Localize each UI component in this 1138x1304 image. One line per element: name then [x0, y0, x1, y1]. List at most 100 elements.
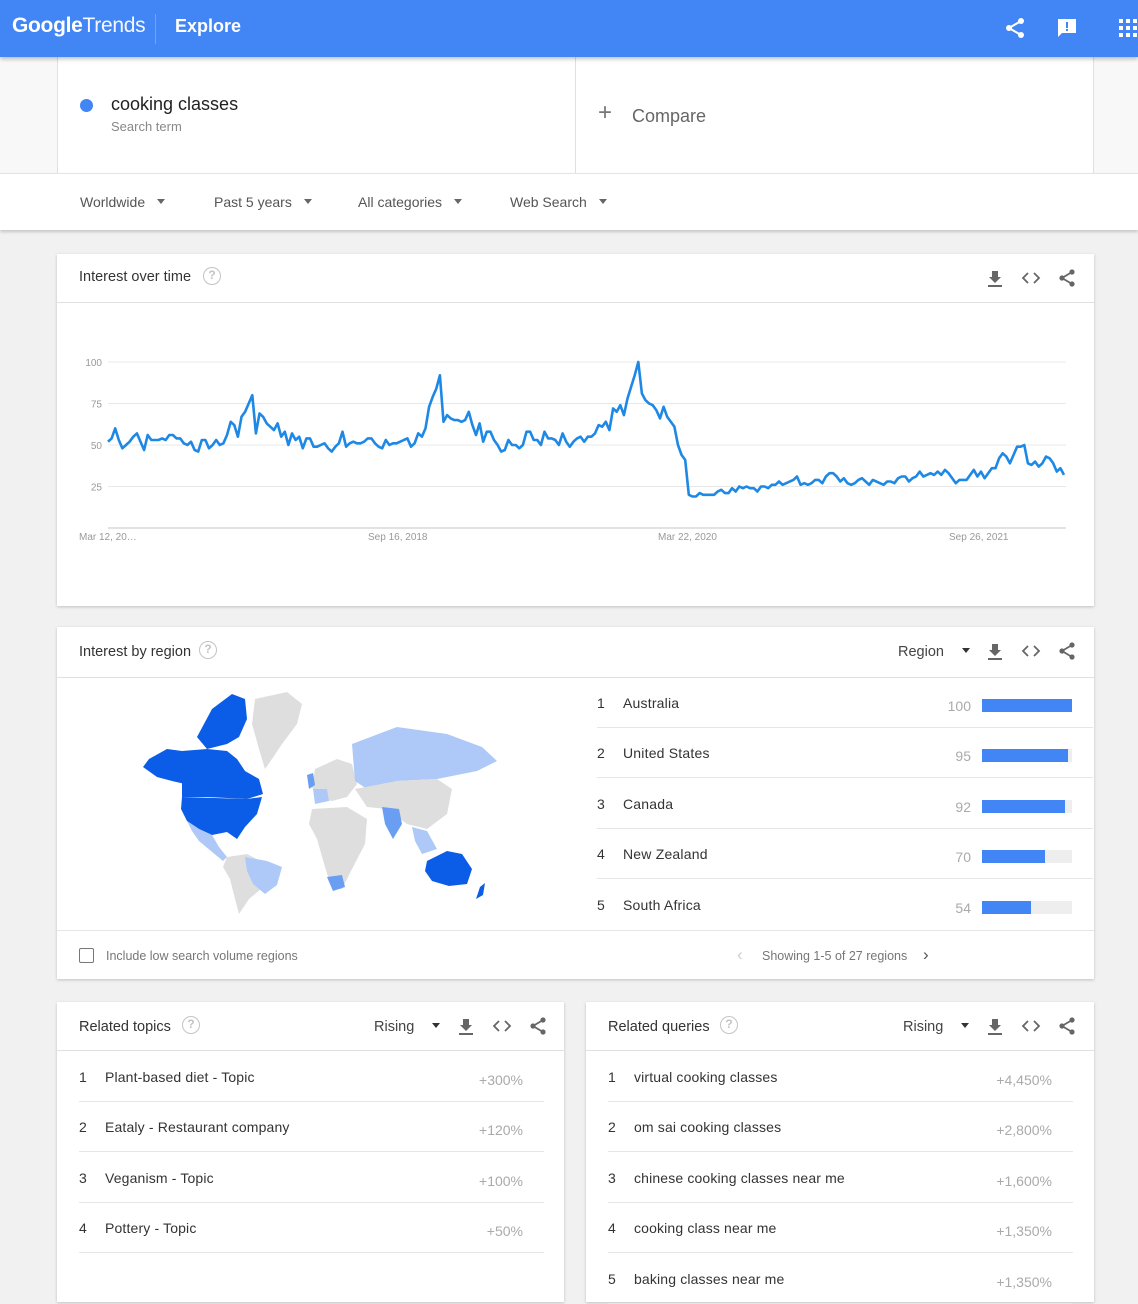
related-topic-row[interactable]: 1 Plant-based diet - Topic +300%: [79, 1052, 544, 1102]
region-rank: 3: [597, 795, 605, 812]
embed-icon[interactable]: [492, 1016, 512, 1036]
item-name[interactable]: Eataly - Restaurant company: [105, 1119, 290, 1135]
compare-button[interactable]: + Compare: [576, 57, 1094, 173]
low-volume-checkbox-label[interactable]: Include low search volume regions: [106, 949, 298, 963]
region-rank: 5: [597, 896, 605, 913]
help-icon[interactable]: ?: [720, 1016, 738, 1034]
region-name[interactable]: United States: [623, 745, 710, 761]
share-icon[interactable]: [1003, 16, 1027, 40]
region-bar-track: [982, 900, 1072, 914]
apps-icon[interactable]: [1116, 16, 1138, 40]
download-icon[interactable]: [985, 268, 1005, 288]
region-name[interactable]: South Africa: [623, 897, 701, 913]
download-icon[interactable]: [456, 1016, 476, 1036]
region-name[interactable]: Canada: [623, 796, 673, 812]
pager-prev-icon[interactable]: ‹: [737, 945, 743, 965]
feedback-icon[interactable]: [1055, 16, 1079, 40]
related-topic-row[interactable]: 3 Veganism - Topic +100%: [79, 1153, 544, 1203]
item-name[interactable]: Pottery - Topic: [105, 1220, 196, 1236]
search-term-name[interactable]: cooking classes: [111, 94, 238, 115]
queries-mode-dropdown[interactable]: Rising: [903, 1019, 970, 1035]
google-trends-logo[interactable]: GoogleTrends: [12, 14, 146, 38]
region-resolution-dropdown[interactable]: Region: [898, 644, 970, 660]
related-query-row[interactable]: 2 om sai cooking classes +2,800%: [608, 1102, 1073, 1153]
topics-mode-dropdown[interactable]: Rising: [374, 1019, 441, 1035]
related-topic-row[interactable]: 2 Eataly - Restaurant company +120%: [79, 1102, 544, 1153]
related-query-row[interactable]: 5 baking classes near me +1,350%: [608, 1254, 1073, 1304]
share-icon[interactable]: [1057, 268, 1077, 288]
map-region-asia: [355, 779, 452, 829]
item-value: +300%: [479, 1072, 523, 1088]
low-volume-checkbox[interactable]: [79, 948, 94, 963]
item-rank: 4: [608, 1220, 616, 1237]
category-filter-dropdown[interactable]: All categories: [358, 194, 463, 210]
region-value: 100: [947, 698, 971, 714]
region-name[interactable]: Australia: [623, 695, 679, 711]
map-region-united-states: [181, 797, 262, 839]
region-row[interactable]: 4 New Zealand 70: [597, 829, 1093, 880]
card-title: Related queries: [608, 1019, 710, 1035]
item-name[interactable]: Plant-based diet - Topic: [105, 1069, 255, 1085]
region-bar-fill: [982, 850, 1045, 864]
region-row[interactable]: 5 South Africa 54: [597, 880, 1093, 930]
download-icon[interactable]: [985, 1016, 1005, 1036]
item-rank: 3: [79, 1169, 87, 1186]
item-value: +1,350%: [996, 1273, 1052, 1290]
help-icon[interactable]: ?: [199, 641, 217, 659]
caret-down-icon: [432, 1022, 441, 1028]
caret-down-icon: [454, 198, 463, 204]
share-icon[interactable]: [1057, 641, 1077, 661]
help-icon[interactable]: ?: [182, 1016, 200, 1034]
map-region-australia: [425, 851, 472, 886]
item-name[interactable]: chinese cooking classes near me: [634, 1170, 845, 1186]
map-region-canada-islands: [197, 694, 247, 749]
share-icon[interactable]: [1057, 1016, 1077, 1036]
item-name[interactable]: baking classes near me: [634, 1271, 784, 1287]
region-row[interactable]: 3 Canada 92: [597, 779, 1093, 829]
property-filter-dropdown[interactable]: Web Search: [510, 194, 607, 210]
map-region-south-africa: [327, 875, 345, 891]
download-icon[interactable]: [985, 641, 1005, 661]
item-name[interactable]: Veganism - Topic: [105, 1170, 214, 1186]
related-topics-card: Related topics ? Rising 1 Plant-based die…: [57, 1002, 564, 1302]
related-query-row[interactable]: 3 chinese cooking classes near me +1,600%: [608, 1153, 1073, 1203]
region-row[interactable]: 2 United States 95: [597, 728, 1093, 779]
related-query-row[interactable]: 1 virtual cooking classes +4,450%: [608, 1052, 1073, 1102]
item-rank: 2: [608, 1119, 616, 1136]
item-value: +2,800%: [996, 1122, 1052, 1139]
item-rank: 1: [79, 1069, 87, 1085]
related-query-row[interactable]: 4 cooking class near me +1,350%: [608, 1203, 1073, 1254]
item-name[interactable]: cooking class near me: [634, 1220, 776, 1236]
card-header: Related queries ? Rising: [586, 1002, 1094, 1051]
item-value: +100%: [479, 1172, 523, 1189]
item-rank: 2: [79, 1119, 87, 1136]
time-filter-label: Past 5 years: [214, 194, 292, 210]
geo-filter-dropdown[interactable]: Worldwide: [80, 194, 166, 210]
interest-by-region-card: Interest by region ? Region 1 Australia …: [57, 627, 1094, 979]
region-name[interactable]: New Zealand: [623, 846, 708, 862]
embed-icon[interactable]: [1021, 1016, 1041, 1036]
series-line-cooking-classes[interactable]: [107, 360, 1066, 498]
share-icon[interactable]: [528, 1016, 548, 1036]
pager-next-icon[interactable]: ›: [923, 945, 929, 965]
help-icon[interactable]: ?: [203, 267, 221, 285]
y-tick-label: 25: [91, 483, 103, 494]
embed-icon[interactable]: [1021, 641, 1041, 661]
item-rank: 5: [608, 1270, 616, 1287]
search-term-card[interactable]: cooking classes Search term: [57, 57, 576, 173]
item-value: +4,450%: [996, 1072, 1052, 1088]
interest-over-time-card: Interest over time ? 25 50 75 100 Mar 12, 2…: [57, 254, 1094, 606]
mode-label: Rising: [903, 1019, 944, 1035]
item-name[interactable]: virtual cooking classes: [634, 1069, 778, 1085]
region-bar-fill: [982, 749, 1068, 763]
region-row[interactable]: 1 Australia 100: [597, 678, 1093, 728]
item-name[interactable]: om sai cooking classes: [634, 1119, 781, 1135]
embed-icon[interactable]: [1021, 268, 1041, 288]
interest-over-time-chart[interactable]: 25 50 75 100 Mar 12, 20… Sep 16, 2018 Mar 22,…: [57, 303, 1094, 606]
logo-google-text: Google: [12, 14, 83, 37]
related-topic-row[interactable]: 4 Pottery - Topic +50%: [79, 1203, 544, 1254]
time-filter-dropdown[interactable]: Past 5 years: [214, 194, 312, 210]
caret-down-icon: [961, 647, 970, 653]
category-filter-label: All categories: [358, 194, 443, 210]
world-map[interactable]: [137, 689, 507, 914]
